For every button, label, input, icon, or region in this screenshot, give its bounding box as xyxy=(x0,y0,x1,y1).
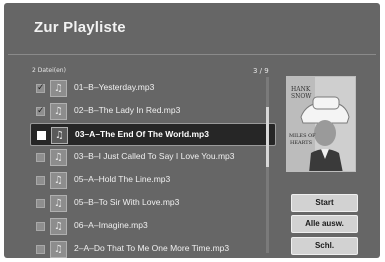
cover-text-line: SNOW xyxy=(291,93,312,100)
title-divider xyxy=(8,54,376,55)
file-name: 02–B–The Lady In Red.mp3 xyxy=(74,105,181,115)
list-item[interactable]: ✓ ♫ 02–B–The Lady In Red.mp3 xyxy=(30,100,276,123)
list-item-selected[interactable]: ♫ 03–A–The End Of The World.mp3 xyxy=(30,123,276,146)
checkbox[interactable]: ✓ xyxy=(36,83,45,93)
file-name: 03–B–I Just Called To Say I Love You.mp3 xyxy=(74,151,235,161)
file-name: 05–B–To Sir With Love.mp3 xyxy=(74,197,180,207)
checkmark-icon: ✓ xyxy=(37,106,45,116)
music-note-icon: ♫ xyxy=(50,195,67,212)
list-item[interactable]: ♫ 2–A–Do That To Me One More Time.mp3 xyxy=(30,238,276,258)
album-thumbnail-icon: ♫ xyxy=(51,127,68,144)
file-name: 2–A–Do That To Me One More Time.mp3 xyxy=(74,243,230,253)
music-note-icon: ♫ xyxy=(50,218,67,235)
music-note-icon: ♫ xyxy=(50,241,67,258)
file-count: 2 Datei(en) xyxy=(32,67,66,74)
select-all-button[interactable]: Alle ausw. xyxy=(291,215,358,233)
checkmark-icon: ✓ xyxy=(37,83,45,93)
page-indicator: 3 / 9 xyxy=(253,67,269,75)
list-item[interactable]: ♫ 06–A–Imagine.mp3 xyxy=(30,215,276,238)
list-item[interactable]: ✓ ♫ 01–B–Yesterday.mp3 xyxy=(30,77,276,100)
start-button[interactable]: Start xyxy=(291,194,358,212)
album-cover-art: HANK SNOW MILES OF HEARTS xyxy=(287,77,355,171)
list-item[interactable]: ♫ 05–A–Hold The Line.mp3 xyxy=(30,169,276,192)
music-note-icon: ♫ xyxy=(50,80,67,97)
scrollbar-thumb[interactable] xyxy=(266,107,269,167)
cover-text-line: HANK xyxy=(291,86,311,93)
music-note-icon: ♫ xyxy=(50,172,67,189)
checkbox[interactable] xyxy=(36,245,45,254)
page-title: Zur Playliste xyxy=(34,19,126,36)
cover-text-line: HEARTS xyxy=(290,140,313,146)
checkbox[interactable] xyxy=(36,222,45,231)
file-name: 01–B–Yesterday.mp3 xyxy=(74,82,155,92)
file-name: 06–A–Imagine.mp3 xyxy=(74,220,148,230)
file-name: 05–A–Hold The Line.mp3 xyxy=(74,174,171,184)
file-name: 03–A–The End Of The World.mp3 xyxy=(75,129,209,139)
cover-text-line: MILES OF xyxy=(289,133,316,139)
checkbox[interactable] xyxy=(36,153,45,162)
music-note-icon: ♫ xyxy=(50,149,67,166)
checkbox[interactable]: ✓ xyxy=(36,106,45,116)
list-item[interactable]: ♫ 05–B–To Sir With Love.mp3 xyxy=(30,192,276,215)
file-list: ✓ ♫ 01–B–Yesterday.mp3 ✓ ♫ 02–B–The Lady… xyxy=(30,77,276,258)
playlist-dialog: Zur Playliste 2 Datei(en) 3 / 9 ✓ ♫ 01–B… xyxy=(4,3,380,258)
album-cover-image: HANK SNOW MILES OF HEARTS xyxy=(286,76,356,172)
list-item[interactable]: ♫ 03–B–I Just Called To Say I Love You.m… xyxy=(30,146,276,169)
checkbox[interactable] xyxy=(36,199,45,208)
checkbox[interactable] xyxy=(37,131,46,140)
close-button[interactable]: Schl. xyxy=(291,237,358,255)
music-note-icon: ♫ xyxy=(50,103,67,120)
checkbox[interactable] xyxy=(36,176,45,185)
